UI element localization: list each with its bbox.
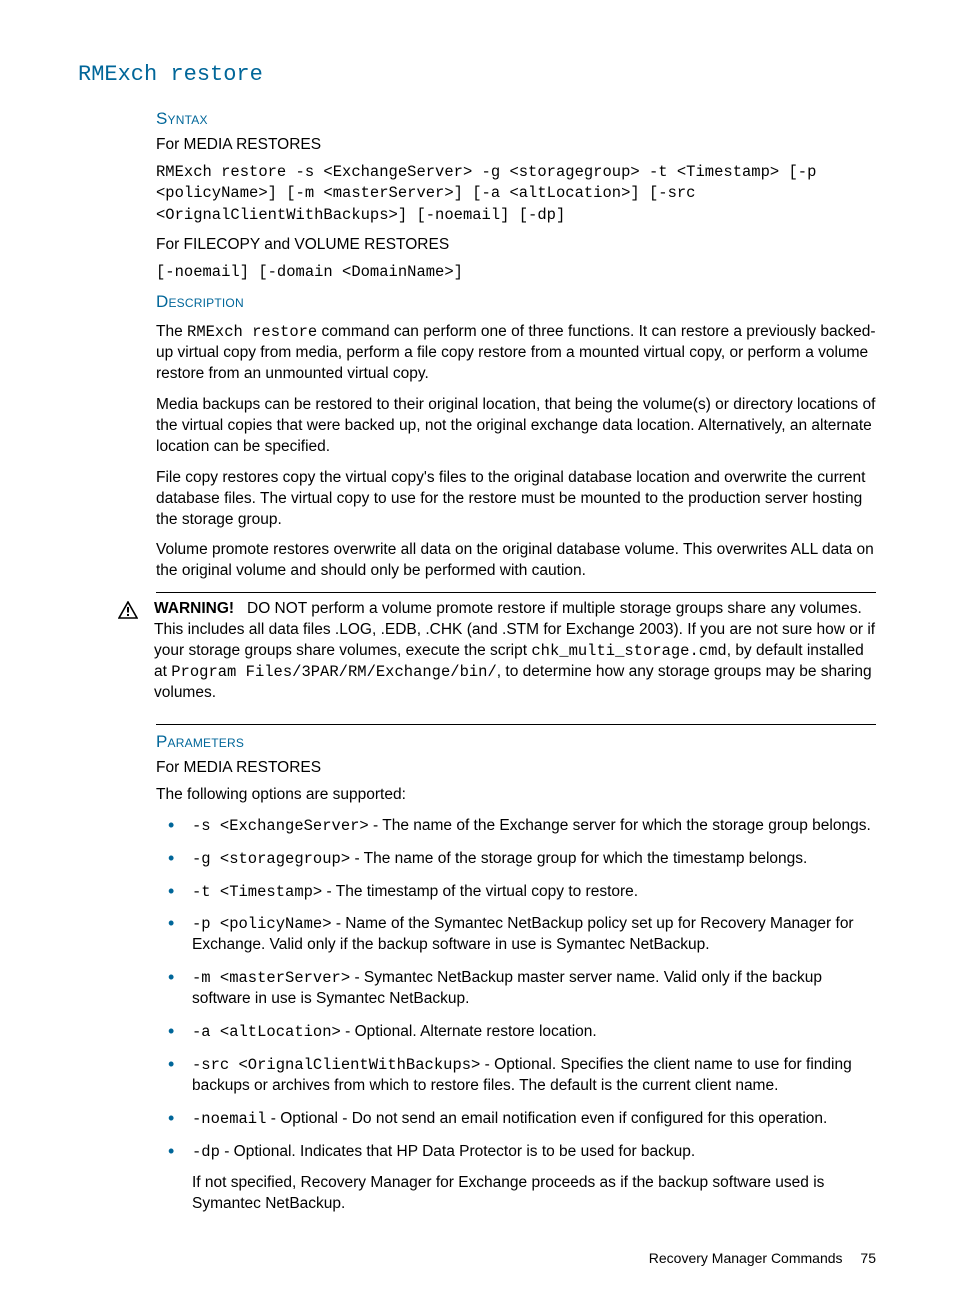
inline-code: RMExch restore bbox=[187, 323, 317, 341]
list-item: -src <OrignalClientWithBackups> - Option… bbox=[156, 1055, 876, 1097]
param-trailing: If not specified, Recovery Manager for E… bbox=[192, 1173, 876, 1215]
param-code: -dp bbox=[192, 1143, 220, 1161]
param-text: - Optional. Alternate restore location. bbox=[341, 1023, 597, 1040]
page-title: RMExch restore bbox=[78, 60, 876, 90]
parameters-list: -s <ExchangeServer> - The name of the Ex… bbox=[156, 816, 876, 1215]
param-text: - The name of the storage group for whic… bbox=[350, 850, 807, 867]
divider bbox=[156, 724, 876, 725]
list-item: -p <policyName> - Name of the Symantec N… bbox=[156, 914, 876, 956]
param-code: -a <altLocation> bbox=[192, 1023, 341, 1041]
description-p3: File copy restores copy the virtual copy… bbox=[156, 468, 876, 531]
param-code: -p <policyName> bbox=[192, 915, 332, 933]
syntax-filecopy-heading: For FILECOPY and VOLUME RESTORES bbox=[156, 235, 876, 256]
param-code: -s <ExchangeServer> bbox=[192, 817, 369, 835]
syntax-media-heading: For MEDIA RESTORES bbox=[156, 135, 876, 156]
description-p1: The RMExch restore command can perform o… bbox=[156, 322, 876, 385]
divider bbox=[156, 592, 876, 593]
param-code: -m <masterServer> bbox=[192, 969, 350, 987]
inline-code: Program Files/3PAR/RM/Exchange/bin/ bbox=[171, 663, 497, 681]
syntax-media-code: RMExch restore -s <ExchangeServer> -g <s… bbox=[156, 162, 876, 227]
param-code: -g <storagegroup> bbox=[192, 850, 350, 868]
text: The bbox=[156, 323, 187, 340]
footer-section: Recovery Manager Commands bbox=[649, 1250, 843, 1266]
warning-icon bbox=[118, 601, 138, 626]
description-p4: Volume promote restores overwrite all da… bbox=[156, 540, 876, 582]
parameters-heading: Parameters bbox=[156, 731, 876, 754]
param-code: -t <Timestamp> bbox=[192, 883, 322, 901]
syntax-heading: Syntax bbox=[156, 108, 876, 131]
warning-text: WARNING! DO NOT perform a volume promote… bbox=[154, 599, 876, 704]
list-item: -a <altLocation> - Optional. Alternate r… bbox=[156, 1022, 876, 1043]
parameters-lead: The following options are supported: bbox=[156, 785, 876, 806]
list-item: -g <storagegroup> - The name of the stor… bbox=[156, 849, 876, 870]
parameters-subhead: For MEDIA RESTORES bbox=[156, 758, 876, 779]
inline-code: chk_multi_storage.cmd bbox=[531, 642, 726, 660]
parameters-block: Parameters For MEDIA RESTORES The follow… bbox=[156, 724, 876, 1215]
warning-label: WARNING! bbox=[154, 600, 234, 617]
footer-page-number: 75 bbox=[860, 1249, 876, 1268]
list-item: -t <Timestamp> - The timestamp of the vi… bbox=[156, 882, 876, 903]
param-code: -src <OrignalClientWithBackups> bbox=[192, 1056, 480, 1074]
param-text: - Optional - Do not send an email notifi… bbox=[266, 1110, 827, 1127]
description-p2: Media backups can be restored to their o… bbox=[156, 395, 876, 458]
syntax-filecopy-code: [-noemail] [-domain <DomainName>] bbox=[156, 262, 876, 284]
list-item: -dp - Optional. Indicates that HP Data P… bbox=[156, 1142, 876, 1215]
list-item: -m <masterServer> - Symantec NetBackup m… bbox=[156, 968, 876, 1010]
content-body: Syntax For MEDIA RESTORES RMExch restore… bbox=[156, 108, 876, 594]
param-text: - Optional. Indicates that HP Data Prote… bbox=[220, 1143, 695, 1160]
param-text: - The timestamp of the virtual copy to r… bbox=[322, 883, 638, 900]
list-item: -s <ExchangeServer> - The name of the Ex… bbox=[156, 816, 876, 837]
param-code: -noemail bbox=[192, 1110, 266, 1128]
list-item: -noemail - Optional - Do not send an ema… bbox=[156, 1109, 876, 1130]
page-footer: Recovery Manager Commands 75 bbox=[78, 1249, 876, 1268]
param-text: - The name of the Exchange server for wh… bbox=[369, 817, 871, 834]
warning-block: WARNING! DO NOT perform a volume promote… bbox=[118, 599, 876, 714]
description-heading: Description bbox=[156, 291, 876, 314]
